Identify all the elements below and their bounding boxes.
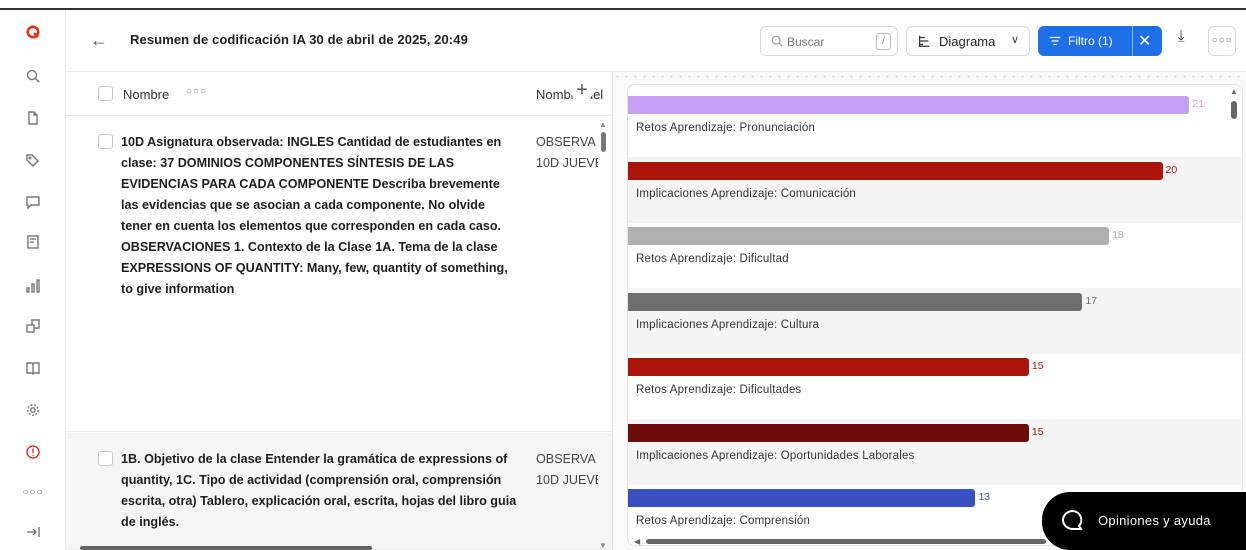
chart-row[interactable]: 15 Implicaciones Aprendizaje: Oportunidad… (628, 418, 1242, 485)
tag-icon[interactable] (21, 148, 45, 172)
table-horizontal-scrollbar[interactable] (66, 546, 612, 550)
view-selector-label: Diagrama (939, 34, 996, 49)
scroll-up-icon[interactable]: ▲ (599, 120, 607, 129)
chart-bar-label: Implicaciones Aprendizaje: Comunicación (636, 187, 857, 200)
search-icon[interactable] (21, 64, 45, 88)
filter-button[interactable]: Filtro (1) ✕ (1038, 26, 1162, 56)
chevron-down-icon: ∨ (1010, 34, 1019, 46)
scrollbar-thumb[interactable] (601, 132, 606, 152)
chart-bar-label: Retos Aprendizaje: Dificultad (636, 253, 789, 265)
chart-bar[interactable] (628, 227, 1110, 245)
settings-icon[interactable] (21, 398, 45, 422)
bar-chart: 21 Retos Aprendizaje: Pronunciación 20 Impl… (627, 84, 1243, 546)
chart-bar-value: 15 (1031, 425, 1044, 438)
table-header: Nombre ○○○ Nombre del + (66, 72, 612, 116)
collapse-icon[interactable] (21, 520, 45, 544)
ai-icon[interactable] (21, 314, 45, 338)
scroll-up-icon[interactable]: ▲ (1230, 87, 1238, 96)
chart-vertical-scrollbar[interactable]: ▲ (1228, 87, 1240, 545)
row-document-line: OBSERVA (536, 452, 596, 466)
search-input[interactable] (787, 33, 867, 51)
view-selector[interactable]: Diagrama ∨ (906, 26, 1030, 56)
scrollbar-thumb[interactable] (1231, 101, 1237, 119)
row-checkbox[interactable] (98, 451, 113, 466)
chart-row[interactable]: 15 Retos Aprendizaje: Dificultades (628, 353, 1242, 419)
page-header: ← Resumen de codificación IA 30 de abril… (66, 10, 1246, 72)
book-icon[interactable] (21, 356, 45, 380)
chat-bubble-icon (1062, 509, 1083, 530)
chart-bar[interactable] (628, 489, 976, 507)
scrollbar-thumb[interactable] (80, 546, 372, 550)
chart-bar-label: Retos Aprendizaje: Dificultades (636, 384, 802, 396)
chart-row[interactable]: 20 Implicaciones Aprendizaje: Comunicació… (628, 156, 1242, 223)
dot-grid-background (613, 72, 1246, 84)
chart-bar-value: 17 (1085, 294, 1098, 307)
document-icon[interactable] (21, 106, 45, 130)
column-header-nombre[interactable]: Nombre (123, 87, 169, 102)
app-window: ○○○ ← Resumen de codificación IA 30 de a… (0, 0, 1246, 550)
scroll-left-icon[interactable]: ◀ (634, 537, 640, 545)
filter-icon (1049, 36, 1061, 46)
chart-row[interactable]: 21 Retos Aprendizaje: Pronunciación (628, 91, 1242, 157)
memo-icon[interactable] (21, 230, 45, 254)
chart-bar-label: Retos Aprendizaje: Comprensión (636, 515, 811, 527)
alert-icon[interactable] (21, 440, 45, 464)
select-all-checkbox[interactable] (98, 86, 113, 101)
chart-row[interactable]: 18 Retos Aprendizaje: Dificultad (628, 222, 1242, 288)
back-arrow-icon[interactable]: ← (90, 30, 110, 50)
chart-bar-label: Retos Aprendizaje: Pronunciación (636, 122, 816, 134)
feedback-button[interactable]: Opiniones y ayuda (1042, 492, 1246, 550)
row-document-line: 10D JUEVE (536, 156, 598, 170)
chart-icon[interactable] (21, 274, 45, 298)
logo-icon[interactable] (21, 20, 45, 44)
chart-bar-value: 18 (1112, 229, 1124, 241)
search-shortcut-badge: / (876, 33, 891, 50)
chart-bar-value: 15 (1031, 360, 1044, 372)
row-document-name: OBSERVA 10D JUEVE (536, 449, 598, 491)
row-text: 1B. Objetivo de la clase Entender la gra… (121, 452, 517, 529)
clear-filter-icon[interactable]: ✕ (1138, 31, 1151, 51)
chart-panel: 21 Retos Aprendizaje: Pronunciación 20 Impl… (612, 72, 1246, 550)
chart-bar[interactable] (628, 96, 1190, 114)
left-rail: ○○○ (0, 10, 66, 550)
filter-label: Filtro (1) (1068, 34, 1113, 48)
row-text: 10D Asignatura observada: INGLES Cantida… (121, 135, 508, 296)
chart-bar-value: 13 (978, 491, 991, 503)
quotes-table: Nombre ○○○ Nombre del + 10D Asignatura o… (66, 72, 612, 550)
table-vertical-scrollbar[interactable]: ▲ ▼ (598, 120, 608, 550)
scrollbar-thumb[interactable] (646, 539, 1046, 544)
table-row[interactable]: 10D Asignatura observada: INGLES Cantida… (66, 116, 612, 432)
chart-bar-label: Implicaciones Aprendizaje: Cultura (636, 318, 820, 331)
filter-divider (1132, 26, 1133, 56)
chart-row[interactable]: 17 Implicaciones Aprendizaje: Cultura (628, 287, 1242, 354)
chart-bar[interactable] (628, 292, 1083, 311)
bar-chart-icon (918, 35, 930, 47)
more-icon[interactable]: ○○○ (21, 480, 45, 504)
more-options-button[interactable]: ○○○ (1208, 26, 1236, 56)
chart-bar[interactable] (628, 161, 1163, 180)
search-icon (771, 35, 783, 47)
table-row[interactable]: 1B. Objetivo de la clase Entender la gra… (66, 433, 612, 550)
feedback-label: Opiniones y ayuda (1098, 513, 1211, 528)
row-document-line: OBSERVA (536, 135, 596, 149)
row-checkbox[interactable] (98, 134, 113, 149)
row-document-name: OBSERVA 10D JUEVE (536, 132, 598, 174)
chart-bar[interactable] (628, 358, 1029, 376)
add-column-icon[interactable]: + (571, 80, 593, 102)
row-document-line: 10D JUEVE (536, 473, 598, 487)
search-box[interactable]: / (760, 26, 898, 56)
download-icon[interactable]: ⤓ (1170, 28, 1192, 52)
comment-icon[interactable] (21, 190, 45, 214)
chart-bar[interactable] (628, 423, 1029, 442)
chart-bar-label: Implicaciones Aprendizaje: Oportunidades… (636, 449, 915, 462)
page-title: Resumen de codificación IA 30 de abril d… (130, 32, 468, 47)
column-options-icon[interactable]: ○○○ (186, 86, 207, 97)
chart-bar-value: 21 (1192, 98, 1204, 110)
chart-bar-value: 20 (1165, 163, 1178, 176)
